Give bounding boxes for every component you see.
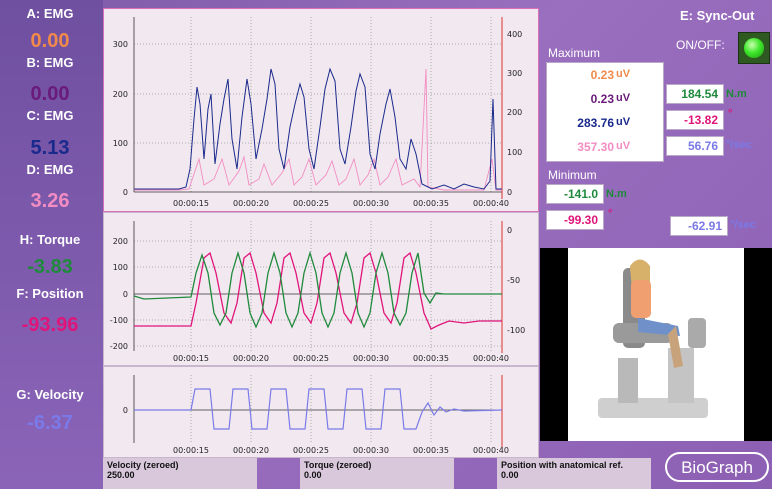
led-indicator-icon xyxy=(744,38,764,58)
emg-a-label: A: EMG xyxy=(26,6,74,21)
position-anatomical-value: 0.00 xyxy=(501,470,519,480)
position-right-tick: -50 xyxy=(507,276,520,285)
emg-right-tick: 0 xyxy=(507,188,512,197)
torque-label: H: Torque xyxy=(19,232,81,247)
torque-position-chart-svg: 200 100 0 -100 -200 0 -50 -100 00:00:15 … xyxy=(110,221,525,363)
max-torque-value: 184.54 xyxy=(681,87,718,101)
torque-zeroed-title: Torque (zeroed) xyxy=(304,460,372,470)
max-emg-b-value: 0.23 xyxy=(590,92,614,106)
min-velocity-value: -62.91 xyxy=(687,219,722,233)
emg-right-tick: 100 xyxy=(507,148,522,157)
biograph-logo: BioGraph xyxy=(665,452,769,482)
emg-right-tick: 400 xyxy=(507,30,522,39)
emg-b-label: B: EMG xyxy=(26,55,74,70)
torque-left-tick: 200 xyxy=(113,237,128,246)
velocity-time-tick: 00:00:20 xyxy=(233,446,269,455)
emg-chart[interactable]: 300 200 100 0 400 300 200 100 0 00:00:15… xyxy=(103,8,539,212)
emg-time-tick: 00:00:15 xyxy=(173,199,209,208)
emg-b-value: 0.00 xyxy=(30,83,70,105)
sync-out-toggle[interactable] xyxy=(738,32,770,64)
emg-time-tick: 00:00:35 xyxy=(413,199,449,208)
emg-right-tick: 300 xyxy=(507,69,522,78)
velocity-zeroed-value: 250.00 xyxy=(107,470,135,480)
patient-video-panel xyxy=(540,248,772,441)
emg-left-tick: 200 xyxy=(113,90,128,99)
torque-zeroed-value: 0.00 xyxy=(304,470,322,480)
max-emg-a-value: 0.23 xyxy=(590,68,614,82)
velocity-chart-svg: 0 00:00:15 00:00:20 00:00:25 00:00:30 00… xyxy=(123,375,509,455)
max-emg-c-unit: uV xyxy=(616,116,631,128)
velocity-label: G: Velocity xyxy=(16,387,84,402)
dynamometer-image-icon xyxy=(598,259,708,418)
emg-time-tick: 00:00:25 xyxy=(293,199,329,208)
torque-value: -3.83 xyxy=(27,256,73,278)
max-position-unit: ° xyxy=(728,108,733,120)
max-emg-a-unit: uV xyxy=(616,68,631,80)
torque-left-tick: 100 xyxy=(113,263,128,272)
velocity-time-tick: 00:00:15 xyxy=(173,446,209,455)
position-anatomical-box: Position with anatomical ref. 0.00 xyxy=(497,458,651,489)
velocity-time-tick: 00:00:25 xyxy=(293,446,329,455)
min-torque-unit: N.m xyxy=(606,188,627,200)
emg-right-tick: 200 xyxy=(507,108,522,117)
velocity-zeroed-box: Velocity (zeroed) 250.00 xyxy=(103,458,257,489)
max-position-value: -13.82 xyxy=(683,113,718,127)
emg-time-tick: 00:00:20 xyxy=(233,199,269,208)
position-label: F: Position xyxy=(16,286,84,301)
min-position-unit: ° xyxy=(608,208,613,220)
emg-c-label: C: EMG xyxy=(26,108,74,123)
min-position-value: -99.30 xyxy=(563,213,598,227)
maximum-label: Maximum xyxy=(548,46,601,60)
min-velocity-unit: °/sec xyxy=(730,219,756,231)
velocity-time-tick: 00:00:35 xyxy=(413,446,449,455)
torque-time-tick: 00:00:15 xyxy=(173,354,209,363)
torque-zeroed-box: Torque (zeroed) 0.00 xyxy=(300,458,454,489)
torque-left-tick: -200 xyxy=(110,342,128,351)
torque-position-chart[interactable]: 200 100 0 -100 -200 0 -50 -100 00:00:15 … xyxy=(103,212,539,366)
torque-time-tick: 00:00:30 xyxy=(353,354,389,363)
velocity-left-tick: 0 xyxy=(123,406,128,415)
minimum-label: Minimum xyxy=(548,168,597,182)
emg-left-tick: 300 xyxy=(113,40,128,49)
patient-photo xyxy=(568,248,744,441)
emg-d-label: D: EMG xyxy=(26,162,74,177)
emg-d-value: 3.26 xyxy=(30,190,70,212)
max-velocity-value: 56.76 xyxy=(687,139,718,153)
max-emg-d-unit: uV xyxy=(616,140,631,152)
max-emg-b-unit: uV xyxy=(616,92,631,104)
emg-left-tick: 100 xyxy=(113,139,128,148)
max-emg-d-value: 357.30 xyxy=(577,140,614,154)
emg-chart-svg: 300 200 100 0 400 300 200 100 0 00:00:15… xyxy=(113,17,522,208)
position-right-tick: 0 xyxy=(507,226,512,235)
emg-time-tick: 00:00:30 xyxy=(353,199,389,208)
emg-left-tick: 0 xyxy=(123,188,128,197)
torque-left-tick: 0 xyxy=(123,290,128,299)
velocity-value: -6.37 xyxy=(27,412,73,434)
velocity-zeroed-title: Velocity (zeroed) xyxy=(107,460,179,470)
onoff-label: ON/OFF: xyxy=(676,38,725,52)
torque-time-tick: 00:00:25 xyxy=(293,354,329,363)
velocity-time-tick: 00:00:30 xyxy=(353,446,389,455)
velocity-chart[interactable]: 0 00:00:15 00:00:20 00:00:25 00:00:30 00… xyxy=(103,366,539,458)
emg-c-value: 5.13 xyxy=(30,137,70,159)
velocity-time-tick: 00:00:40 xyxy=(473,446,509,455)
max-torque-unit: N.m xyxy=(726,88,747,100)
position-right-tick: -100 xyxy=(507,326,525,335)
position-value: -93.96 xyxy=(21,314,79,336)
max-emg-c-value: 283.76 xyxy=(577,116,614,130)
sync-out-label: E: Sync-Out xyxy=(680,8,755,23)
emg-a-value: 0.00 xyxy=(30,30,70,52)
min-torque-value: -141.0 xyxy=(563,187,598,201)
torque-time-tick: 00:00:40 xyxy=(473,354,509,363)
torque-time-tick: 00:00:20 xyxy=(233,354,269,363)
torque-time-tick: 00:00:35 xyxy=(413,354,449,363)
torque-left-tick: -100 xyxy=(110,316,128,325)
emg-time-tick: 00:00:40 xyxy=(473,199,509,208)
max-velocity-unit: °/sec xyxy=(726,139,752,151)
position-anatomical-title: Position with anatomical ref. xyxy=(501,460,624,470)
